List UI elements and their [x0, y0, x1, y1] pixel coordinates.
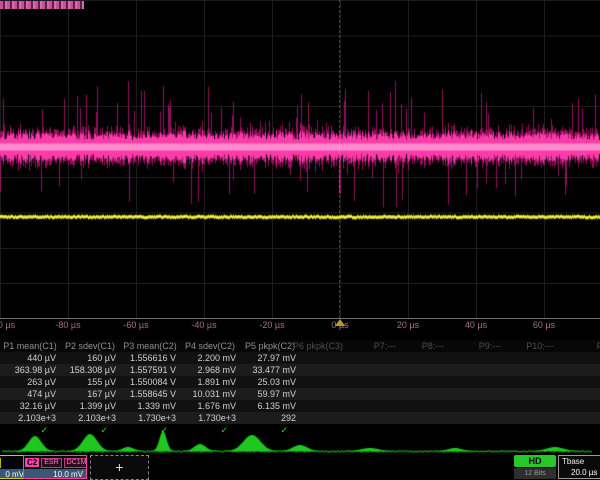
- measurement-cell: 1.730e+3: [120, 412, 176, 424]
- measurement-row: 440 µV 160 µV 1.556616 V 2.200 mV 27.97 mV: [0, 352, 600, 364]
- param-header-inactive[interactable]: P9:---: [479, 340, 502, 352]
- measurement-cell: 2.968 mV: [180, 364, 236, 376]
- measurement-cell: 1.399 µV: [60, 400, 116, 412]
- measurement-cell: 292: [240, 412, 296, 424]
- c2-coupling-badge: DC1M: [64, 458, 87, 468]
- histicon-canvas: [0, 430, 600, 456]
- param-header[interactable]: P5 pkpk(C2): [245, 340, 295, 352]
- measurement-cell: 263 µV: [0, 376, 56, 388]
- measurement-cell: 33.477 mV: [240, 364, 296, 376]
- time-axis-line: [0, 318, 600, 319]
- time-axis-tick-label: -80 µs: [55, 320, 80, 330]
- measurement-cell: 155 µV: [60, 376, 116, 388]
- time-axis-tick-label: 40 µs: [465, 320, 487, 330]
- measurement-histicons: [0, 430, 600, 456]
- measurement-cell: 59.97 mV: [240, 388, 296, 400]
- add-trace-button[interactable]: +: [90, 455, 149, 480]
- param-header[interactable]: P3 mean(C2): [123, 340, 177, 352]
- c2-esr-badge: ESR: [41, 458, 61, 468]
- measurement-cell: 1.558645 V: [120, 388, 176, 400]
- measurement-row: 474 µV 167 µV 1.558645 V 10.031 mV 59.97 mV: [0, 388, 600, 400]
- measurement-cell: 1.730e+3: [180, 412, 236, 424]
- tbase-label: Tbase: [559, 456, 600, 467]
- param-header[interactable]: P4 sdev(C2): [185, 340, 235, 352]
- measurement-cell: 440 µV: [0, 352, 56, 364]
- measurement-cell: 6.135 mV: [240, 400, 296, 412]
- measurement-cell: 2.103e+3: [0, 412, 56, 424]
- trigger-time-marker[interactable]: [335, 319, 345, 326]
- measurement-cell: 474 µV: [0, 388, 56, 400]
- descriptor-bar: C1M 0 mV C2 ESR DC1M 10.0 mV + HD 12 Bit…: [0, 455, 600, 480]
- param-header-inactive[interactable]: P8:---: [422, 340, 445, 352]
- measurement-cell: 1.676 mV: [180, 400, 236, 412]
- measurement-cell: 2.103e+3: [60, 412, 116, 424]
- time-axis-tick-label: -60 µs: [123, 320, 148, 330]
- trigger-position-line: [339, 0, 340, 318]
- measurement-cell: 363.98 µV: [0, 364, 56, 376]
- c1-coupling-badge: C1M: [0, 458, 1, 468]
- param-header[interactable]: P1 mean(C1): [3, 340, 57, 352]
- time-axis-tick-label: 20 µs: [397, 320, 419, 330]
- param-header-inactive[interactable]: P10:---: [526, 340, 554, 352]
- measurement-cell: 1.891 mV: [180, 376, 236, 388]
- measurement-cell: 1.550084 V: [120, 376, 176, 388]
- measurement-cell: 1.556616 V: [120, 352, 176, 364]
- measurement-table: P1 mean(C1) P2 sdev(C1) P3 mean(C2) P4 sdev…: [0, 340, 600, 436]
- measurement-cell: 158.308 µV: [60, 364, 116, 376]
- c2-channel-badge: C2: [25, 458, 39, 467]
- param-header-inactive[interactable]: P6 pkpk(C3): [293, 340, 343, 352]
- waveform-traces-canvas: [0, 0, 600, 318]
- trace-annotation-badge: [0, 1, 84, 9]
- measurement-cell: 32.16 µV: [0, 400, 56, 412]
- param-header[interactable]: P2 sdev(C1): [65, 340, 115, 352]
- time-axis-tick-label: -20 µs: [259, 320, 284, 330]
- measurement-cell: 167 µV: [60, 388, 116, 400]
- measurement-cell: 2.200 mV: [180, 352, 236, 364]
- measurement-cell: 27.97 mV: [240, 352, 296, 364]
- time-axis-tick-label: 60 µs: [533, 320, 555, 330]
- waveform-grid[interactable]: [0, 0, 600, 318]
- tbase-scale: 20.0 µs: [559, 467, 600, 478]
- measurement-row: 263 µV 155 µV 1.550084 V 1.891 mV 25.03 mV: [0, 376, 600, 388]
- param-header-inactive[interactable]: P7:---: [374, 340, 397, 352]
- time-axis-tick-label: -100 µs: [0, 320, 15, 330]
- oscilloscope-screen: -100 µs-80 µs-60 µs-40 µs-20 µs0 µs20 µs…: [0, 0, 600, 480]
- measurement-cell: 1.339 mV: [120, 400, 176, 412]
- measurement-header-row: P1 mean(C1) P2 sdev(C1) P3 mean(C2) P4 sdev…: [0, 340, 600, 352]
- measurement-cell: 25.03 mV: [240, 376, 296, 388]
- hd-bits-label: 12 Bits: [514, 468, 556, 479]
- timebase-descriptor[interactable]: Tbase 20.0 µs: [558, 455, 600, 479]
- param-header-inactive[interactable]: P11:---: [597, 340, 600, 352]
- measurement-row: 363.98 µV 158.308 µV 1.557591 V 2.968 mV 33.…: [0, 364, 600, 376]
- measurement-cell: 10.031 mV: [180, 388, 236, 400]
- time-axis-tick-label: -40 µs: [191, 320, 216, 330]
- measurement-row: 32.16 µV 1.399 µV 1.339 mV 1.676 mV 6.135 mV: [0, 400, 600, 412]
- time-axis: -100 µs-80 µs-60 µs-40 µs-20 µs0 µs20 µs…: [0, 320, 600, 334]
- channel-c2-descriptor[interactable]: C2 ESR DC1M 10.0 mV: [23, 455, 87, 479]
- measurement-row: 2.103e+3 2.103e+3 1.730e+3 1.730e+3 292: [0, 412, 600, 424]
- hd-mode-badge[interactable]: HD: [514, 455, 556, 467]
- c2-volts-per-div[interactable]: 10.0 mV: [24, 469, 86, 479]
- measurement-cell: 160 µV: [60, 352, 116, 364]
- measurement-cell: 1.557591 V: [120, 364, 176, 376]
